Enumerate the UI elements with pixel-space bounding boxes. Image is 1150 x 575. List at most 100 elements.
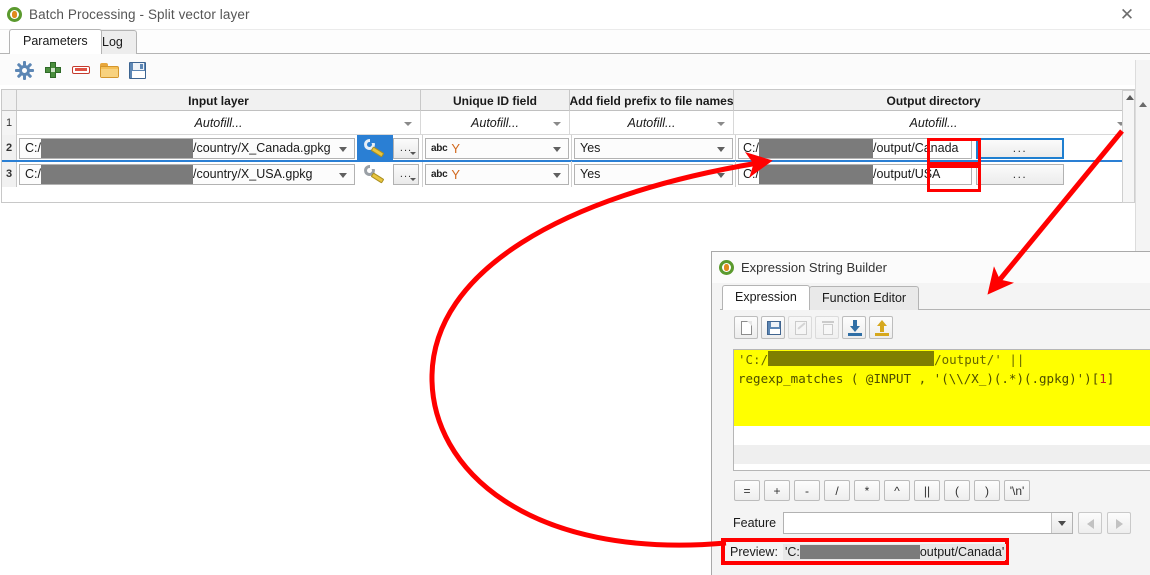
operator-button-plus[interactable]: + — [764, 480, 790, 501]
field-prefix-combo-row2[interactable]: Yes — [574, 137, 733, 159]
open-button[interactable] — [96, 58, 124, 82]
close-icon[interactable]: ✕ — [1114, 4, 1140, 26]
highlight-box-canada — [927, 138, 981, 165]
import-arrow-icon — [848, 320, 862, 336]
chevron-down-icon[interactable] — [1051, 513, 1073, 533]
output-path-prefix: C:/ — [743, 141, 759, 155]
expression-string-builder-dialog: Expression String Builder Expression Fun… — [711, 251, 1150, 575]
advanced-parameters-button[interactable] — [12, 58, 40, 82]
previous-feature-button[interactable] — [1078, 512, 1103, 534]
cell-input-layer-row2[interactable]: C:/ /country/X_Canada.gpkg — [17, 135, 357, 161]
column-header-unique-id[interactable]: Unique ID field — [421, 90, 570, 111]
table-header-row: Input layer Unique ID field Add field pr… — [2, 90, 1135, 111]
output-browse-button-row3[interactable]: ... — [976, 163, 1064, 185]
input-layer-path-suffix: /country/X_USA.gpkg — [192, 167, 313, 181]
arrow-preview-to-output — [429, 151, 773, 548]
remove-row-button[interactable] — [68, 58, 96, 82]
operator-button-close-paren[interactable]: ) — [974, 480, 1000, 501]
delete-expression-button — [815, 316, 839, 339]
cell-field-prefix-row3[interactable]: Yes — [572, 161, 736, 187]
cell-input-layer-row3[interactable]: C:/ /country/X_USA.gpkg — [17, 161, 357, 187]
cell-output-browse-row2: ... — [974, 135, 1066, 161]
chevron-down-icon — [339, 172, 347, 178]
operator-button-concat[interactable]: || — [914, 480, 940, 501]
output-browse-button-row2[interactable]: ... — [976, 137, 1064, 159]
gear-icon — [15, 60, 34, 80]
operator-button-power[interactable]: ^ — [884, 480, 910, 501]
autofill-output-directory[interactable]: Autofill... — [734, 111, 1134, 135]
tab-expression[interactable]: Expression — [722, 285, 810, 310]
expression-line-7 — [734, 464, 1150, 470]
cell-output-browse-row3: ... — [974, 161, 1066, 187]
preview-prefix: 'C: — [784, 544, 800, 559]
cell-unique-id-row3[interactable]: abc Y — [423, 161, 572, 187]
autofill-unique-id[interactable]: Autofill... — [421, 111, 570, 135]
operator-button-open-paren[interactable]: ( — [944, 480, 970, 501]
input-layer-browse-button-row2[interactable]: ... — [393, 137, 419, 159]
row-number-3: 3 — [2, 161, 17, 187]
scroll-up-icon[interactable] — [1139, 102, 1147, 107]
new-expression-button[interactable] — [734, 316, 758, 339]
column-header-input-layer[interactable]: Input layer — [17, 90, 421, 111]
expression-line-3 — [734, 388, 1150, 407]
redacted-path — [40, 164, 193, 184]
unique-id-value: Y — [451, 140, 461, 156]
window-vertical-scrollbar[interactable] — [1135, 60, 1150, 260]
tab-function-editor[interactable]: Function Editor — [809, 286, 920, 310]
scroll-up-icon[interactable] — [1125, 95, 1134, 100]
autofill-field-prefix[interactable]: Autofill... — [570, 111, 734, 135]
column-header-output-directory[interactable]: Output directory — [734, 90, 1134, 111]
cell-unique-id-row2[interactable]: abc Y — [423, 135, 572, 161]
expression-text-editor[interactable]: 'C://output/' || regexp_matches ( @INPUT… — [733, 349, 1150, 471]
floppy-disk-icon — [129, 61, 146, 79]
feature-selector-row: Feature — [733, 512, 1132, 534]
input-layer-iterate-button-row3[interactable] — [357, 161, 393, 187]
table-vertical-scrollbar[interactable] — [1122, 90, 1135, 203]
save-button[interactable] — [124, 58, 152, 82]
export-expression-button[interactable] — [869, 316, 893, 339]
expression-dialog-title: Expression String Builder — [741, 260, 887, 275]
tab-parameters[interactable]: Parameters — [9, 29, 102, 54]
input-layer-browse-button-row3[interactable]: ... — [393, 163, 419, 185]
expression-toolbar — [712, 310, 1150, 343]
expression-line-6 — [734, 445, 1150, 464]
next-feature-button[interactable] — [1107, 512, 1132, 534]
unique-id-combo-row2[interactable]: abc Y — [425, 137, 569, 159]
save-expression-button[interactable] — [761, 316, 785, 339]
preview-value: 'C: output/Canada' — [782, 543, 1007, 560]
folder-icon — [100, 62, 119, 78]
expression-dialog-titlebar: Expression String Builder — [712, 252, 1150, 283]
operator-button-equals[interactable]: = — [734, 480, 760, 501]
input-layer-combo-row3[interactable]: C:/ /country/X_USA.gpkg — [19, 163, 355, 185]
input-layer-iterate-button-row2[interactable] — [357, 135, 393, 161]
autofill-label: Autofill... — [471, 116, 519, 130]
cell-field-prefix-row2[interactable]: Yes — [572, 135, 736, 161]
import-expression-button[interactable] — [842, 316, 866, 339]
add-row-button[interactable] — [40, 58, 68, 82]
expression-line-1: 'C://output/' || — [734, 350, 1150, 369]
feature-combo[interactable] — [783, 512, 1074, 534]
operator-button-divide[interactable]: / — [824, 480, 850, 501]
operator-button-multiply[interactable]: * — [854, 480, 880, 501]
autofill-input-layer[interactable]: Autofill... — [17, 111, 421, 135]
autofill-label: Autofill... — [909, 116, 958, 130]
input-layer-path-prefix: C:/ — [25, 141, 41, 155]
operator-button-newline[interactable]: '\n' — [1004, 480, 1030, 501]
input-layer-combo-row2[interactable]: C:/ /country/X_Canada.gpkg — [19, 137, 355, 159]
field-prefix-combo-row3[interactable]: Yes — [574, 163, 733, 185]
wrench-icon — [362, 137, 386, 158]
chevron-down-icon — [553, 146, 561, 152]
edit-expression-button — [788, 316, 812, 339]
operator-buttons: = + - / * ^ || ( ) '\n' — [734, 480, 1034, 501]
batch-toolbar — [0, 54, 1150, 85]
column-header-field-prefix[interactable]: Add field prefix to file names — [570, 90, 734, 111]
redacted-path — [758, 138, 873, 158]
cell-input-browse-row2: ... — [393, 135, 423, 161]
operator-button-minus[interactable]: - — [794, 480, 820, 501]
unique-id-combo-row3[interactable]: abc Y — [425, 163, 569, 185]
browse-label: ... — [1012, 141, 1028, 155]
field-prefix-value: Yes — [580, 141, 601, 155]
expression-line-2: regexp_matches ( @INPUT , '(\\/X_)(.*)(.… — [734, 369, 1150, 388]
autofill-row: 1 Autofill... Autofill... Autofill... Au… — [2, 111, 1135, 135]
row-number-2: 2 — [2, 135, 17, 161]
